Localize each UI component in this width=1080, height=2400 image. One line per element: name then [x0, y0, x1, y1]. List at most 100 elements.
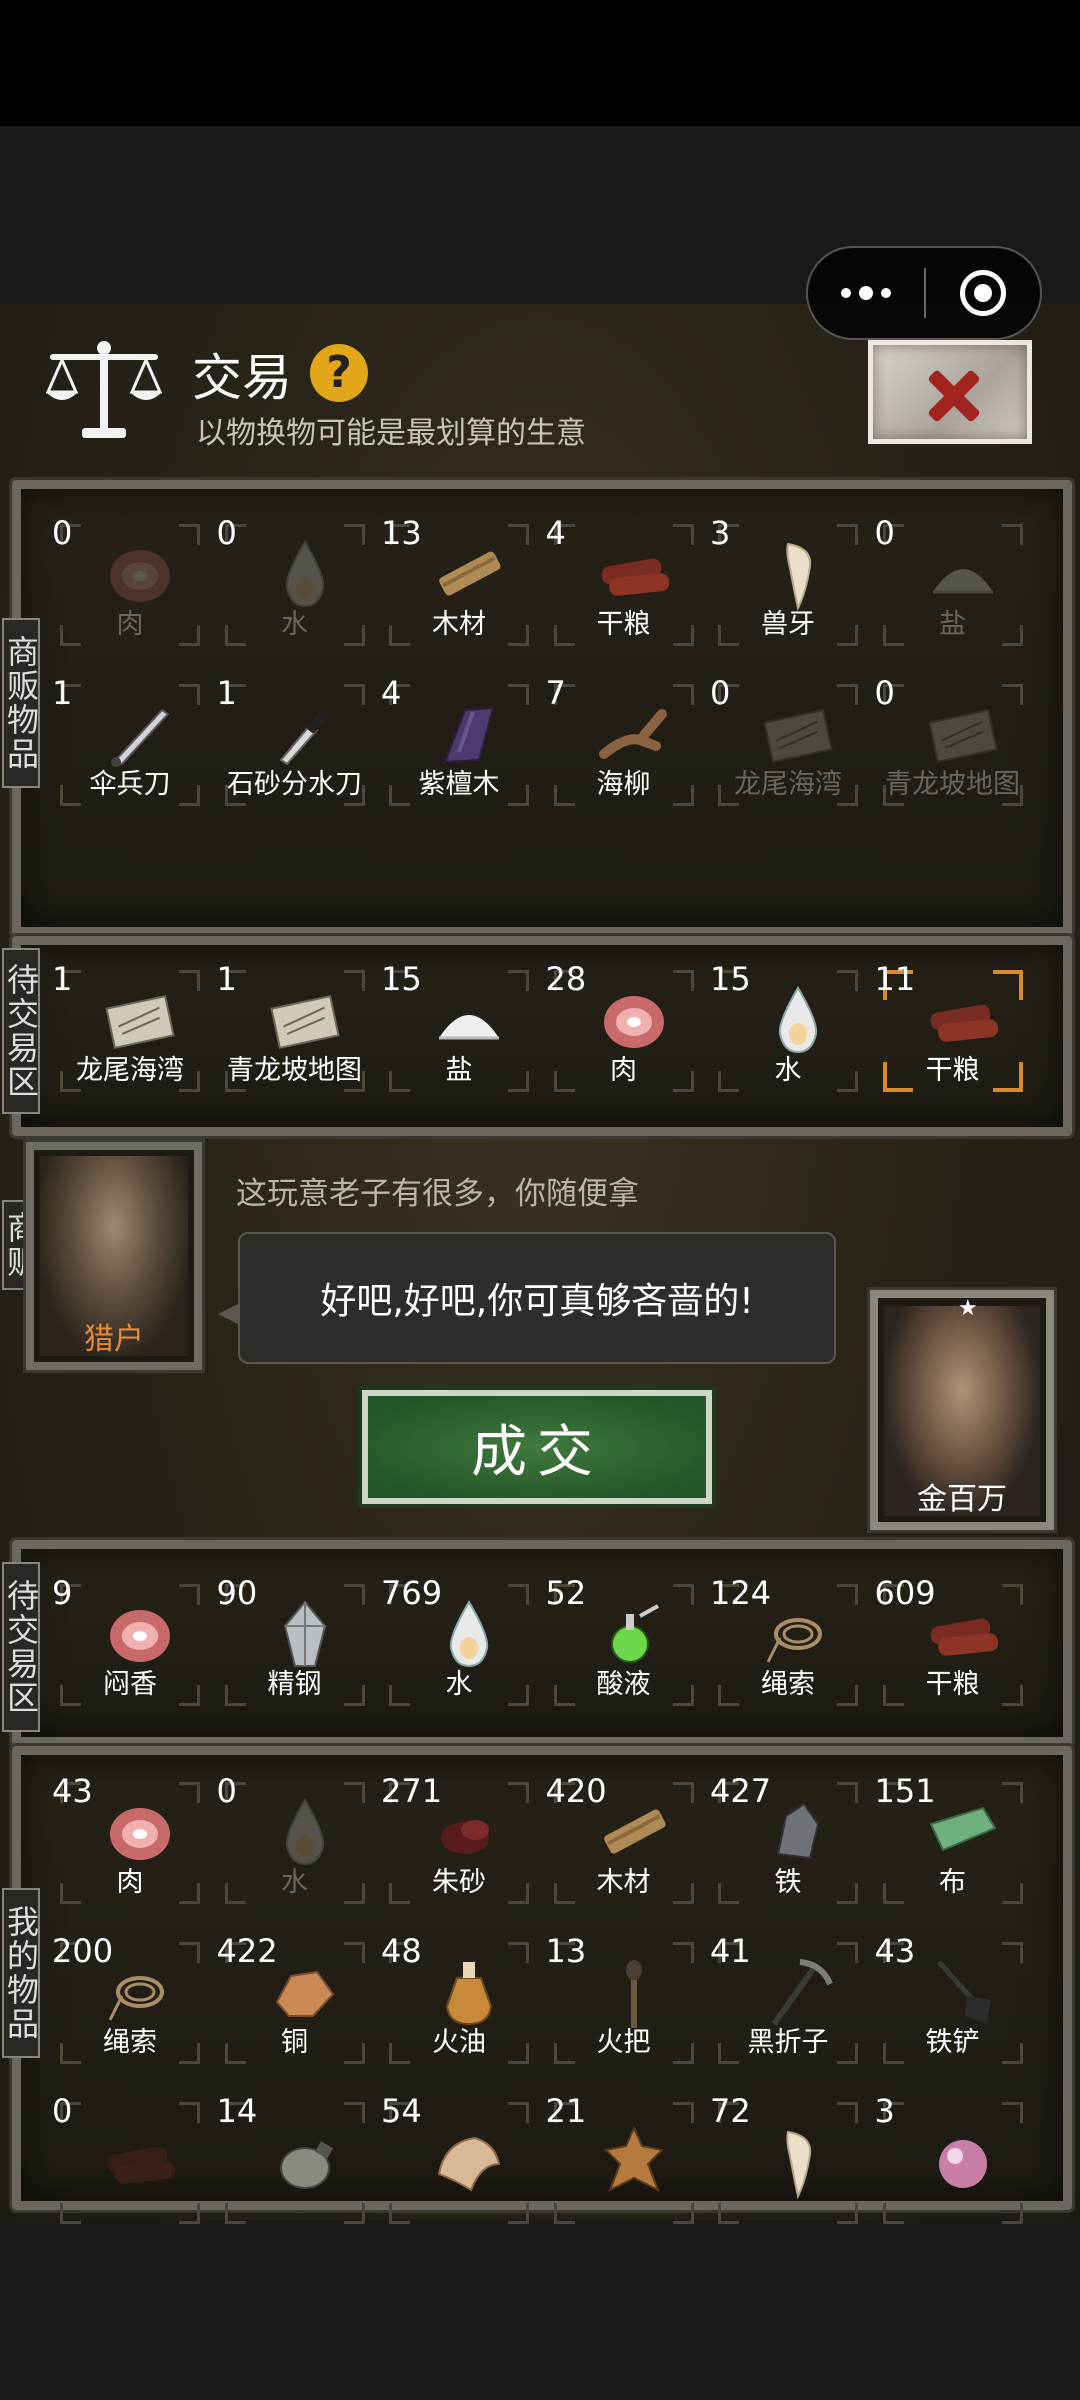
star-icon: ★ [958, 1296, 978, 1321]
item-count: 21 [545, 2092, 587, 2130]
item-count: 769 [381, 1574, 443, 1612]
vendor-item-slot[interactable]: 3 兽牙 [708, 510, 868, 660]
pending-mine-slot[interactable]: 609 干粮 [873, 1570, 1033, 1720]
vendor-item-slot[interactable]: 4 紫檀木 [379, 670, 539, 820]
my-item-slot[interactable]: 48 火油 [379, 1928, 539, 2078]
vendor-item-slot[interactable]: 13 木材 [379, 510, 539, 660]
close-button[interactable] [868, 340, 1032, 444]
my-item-slot[interactable]: 72 [708, 2088, 868, 2238]
label-pending-vendor: 待交易区 [2, 948, 40, 1114]
item-count: 3 [874, 2092, 895, 2130]
item-count: 48 [381, 1932, 422, 1970]
deal-button[interactable]: 成交 [362, 1390, 712, 1504]
steel-icon [283, 1600, 326, 1667]
my-item-slot[interactable]: 13 火把 [544, 1928, 704, 2078]
water-icon [449, 1600, 489, 1668]
item-count: 72 [710, 2092, 751, 2130]
pending-vendor-slot[interactable]: 15 水 [708, 956, 868, 1106]
vendor-item-slot[interactable]: 7 海柳 [544, 670, 704, 820]
vendor-item-slot[interactable]: 0 青龙坡地图 [873, 670, 1033, 820]
pending-mine-slot[interactable]: 769 水 [379, 1570, 539, 1720]
oil-icon [445, 1962, 493, 2026]
pending-mine-slot[interactable]: 52 酸液 [544, 1570, 704, 1720]
vendor-item-slot[interactable]: 0 龙尾海湾 [708, 670, 868, 820]
my-item-slot[interactable]: 14 [215, 2088, 375, 2238]
item-count: 9 [52, 1574, 73, 1612]
item-name: 干粮 [925, 1669, 980, 1700]
my-item-slot[interactable]: 427 铁 [708, 1768, 868, 1918]
pending-mine-slot[interactable]: 9 闷香 [50, 1570, 210, 1720]
knife-icon [111, 708, 170, 767]
pending-vendor-slot[interactable]: 15 盐 [379, 956, 539, 1106]
my-item-slot[interactable]: 271 朱砂 [379, 1768, 539, 1918]
rope-icon [766, 1618, 822, 1663]
item-count: 3 [710, 514, 731, 552]
hunter-portrait-frame[interactable]: 猎户 [26, 1142, 202, 1370]
item-name: 闷香 [103, 1669, 157, 1700]
help-icon[interactable]: ? [310, 344, 368, 402]
item-name: 木材 [432, 609, 486, 640]
my-item-slot[interactable]: 422 铜 [215, 1928, 375, 2078]
item-name: 海柳 [596, 769, 651, 800]
vendor-item-slot[interactable]: 0肉 [50, 510, 210, 660]
item-name: 肉 [116, 1867, 144, 1898]
jerky-icon [601, 558, 669, 596]
item-count: 0 [710, 674, 731, 712]
water-icon [285, 1798, 324, 1866]
item-name: 酸液 [596, 1669, 651, 1700]
my-item-slot[interactable]: 200 绳索 [50, 1928, 210, 2078]
cloth-icon [929, 1806, 996, 1852]
player-portrait-frame[interactable]: 金百万 [870, 1290, 1054, 1530]
item-name: 火把 [596, 2027, 651, 2058]
item-count: 28 [545, 960, 587, 998]
item-name: 黑折子 [747, 2027, 829, 2058]
capsule-menu [806, 246, 1042, 340]
pending-vendor-slot[interactable]: 1 龙尾海湾 [50, 956, 210, 1106]
pending-vendor-slot[interactable]: 28 肉 [544, 956, 704, 1106]
vendor-item-slot[interactable]: 1 伞兵刀 [50, 670, 210, 820]
my-item-slot[interactable]: 43 铁铲 [873, 1928, 1033, 2078]
item-name: 布 [939, 1867, 966, 1898]
my-item-slot[interactable]: 420 木材 [544, 1768, 704, 1918]
item-count: 0 [52, 2092, 73, 2130]
more-dots-icon[interactable] [808, 248, 924, 338]
meat-icon [603, 996, 664, 1048]
item-count: 1 [52, 960, 73, 998]
vendor-item-slot[interactable]: 0盐 [873, 510, 1033, 660]
vendor-item-slot[interactable]: 1 石砂分水刀 [215, 670, 375, 820]
item-name: 盐 [939, 609, 966, 640]
pending-mine-slot[interactable]: 90 精钢 [215, 1570, 375, 1720]
item-count: 13 [381, 514, 422, 552]
my-item-slot[interactable]: 0 [50, 2088, 210, 2238]
pending-mine-slot[interactable]: 124 绳索 [708, 1570, 868, 1720]
target-close-icon[interactable] [926, 248, 1040, 338]
status-bar [0, 0, 1080, 126]
my-item-slot[interactable]: 43 肉 [50, 1768, 210, 1918]
pelt-icon [603, 2125, 664, 2193]
label-pending-mine: 待交易区 [2, 1562, 40, 1732]
vendor-item-slot[interactable]: 4 干粮 [544, 510, 704, 660]
vendor-item-slot[interactable]: 0水 [215, 510, 375, 660]
shovel-icon [936, 1960, 991, 2024]
page-title: 交易 [192, 349, 292, 407]
item-count: 1 [216, 674, 237, 712]
my-item-slot[interactable]: 21 [544, 2088, 704, 2238]
my-item-slot[interactable]: 41 黑折子 [708, 1928, 868, 2078]
item-name: 肉 [610, 1055, 637, 1086]
my-item-slot[interactable]: 151 布 [873, 1768, 1033, 1918]
pending-vendor-slot[interactable]: 11 干粮 [873, 956, 1033, 1106]
pending-vendor-slot[interactable]: 1 青龙坡地图 [215, 956, 375, 1106]
flask-icon [279, 2141, 333, 2189]
map-icon [927, 709, 998, 763]
my-item-slot[interactable]: 3 [873, 2088, 1033, 2238]
item-name: 肉 [116, 609, 144, 640]
salt-icon [932, 569, 993, 594]
wood-icon [439, 551, 501, 596]
blade-icon [279, 709, 329, 766]
my-item-slot[interactable]: 0水 [215, 1768, 375, 1918]
my-item-slot[interactable]: 54 [379, 2088, 539, 2238]
item-name: 水 [281, 1867, 308, 1898]
bottom-area [0, 2220, 1080, 2400]
jerky-icon [107, 2146, 176, 2184]
meat-icon [110, 1808, 170, 1860]
